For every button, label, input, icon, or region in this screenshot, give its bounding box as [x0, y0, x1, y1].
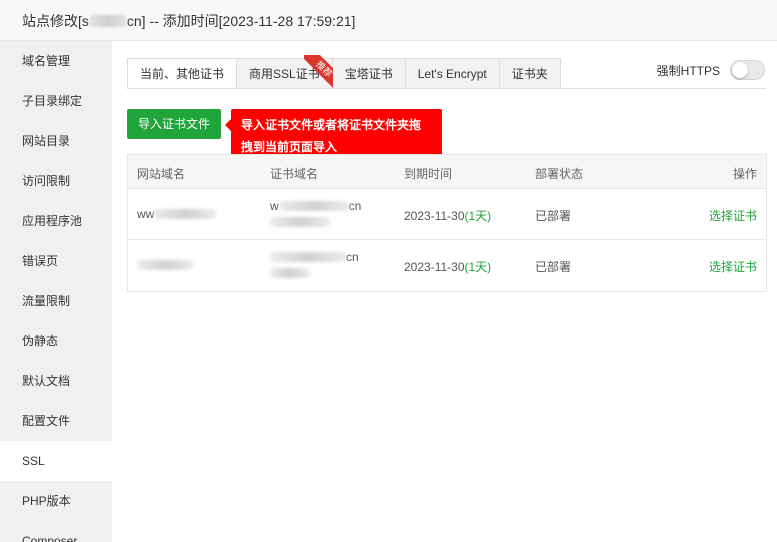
- tab-label: 宝塔证书: [344, 67, 393, 81]
- header-deploy-status: 部署状态: [535, 167, 584, 181]
- redacted-domain: [88, 15, 127, 27]
- table-row: ww w cn 2023-11-30(1天) 已部署 选择证书: [128, 189, 766, 240]
- sidebar: 域名管理 子目录绑定 网站目录 访问限制 应用程序池 错误页 流量限制 伪静态 …: [0, 41, 112, 542]
- tab-lets-encrypt[interactable]: Let's Encrypt: [405, 58, 500, 89]
- ssl-tabs: 当前、其他证书 商用SSL证书 推荐 宝塔证书 Let's Encrypt 证书夹: [127, 55, 561, 89]
- sidebar-item-composer[interactable]: Composer: [0, 521, 112, 542]
- tab-divider: [127, 88, 766, 89]
- force-https-label: 强制HTTPS: [656, 63, 720, 78]
- window-titlebar: 站点修改[s cn] -- 添加时间[2023-11-28 17:59:21]: [0, 0, 777, 41]
- redacted-text: [270, 217, 330, 227]
- sidebar-item-default-document[interactable]: 默认文档: [0, 361, 112, 401]
- certificate-table: 网站域名 证书域名 到期时间 部署状态 操作 ww w cn 2023-11-30…: [127, 154, 767, 292]
- tab-label: 证书夹: [511, 67, 548, 81]
- sidebar-item-traffic-limit[interactable]: 流量限制: [0, 281, 112, 321]
- sidebar-item-ssl[interactable]: SSL: [0, 441, 112, 481]
- tooltip-line-1: 导入证书文件或者将证书文件夹拖: [241, 118, 422, 132]
- expiry-date: 2023-11-30: [404, 260, 465, 274]
- table-header: 网站域名 证书域名 到期时间 部署状态 操作: [128, 155, 766, 189]
- expiry-date: 2023-11-30: [404, 209, 465, 223]
- tab-label: 当前、其他证书: [140, 67, 225, 81]
- window-title: 站点修改[s cn] -- 添加时间[2023-11-28 17:59:21]: [22, 11, 355, 31]
- ssl-panel: 当前、其他证书 商用SSL证书 推荐 宝塔证书 Let's Encrypt 证书夹…: [112, 41, 777, 542]
- tab-commercial-ssl[interactable]: 商用SSL证书 推荐: [237, 55, 338, 89]
- deploy-status: 已部署: [535, 260, 572, 274]
- window-title-prefix: 站点修改[s: [22, 13, 89, 29]
- force-https-toggle[interactable]: [730, 60, 765, 80]
- sidebar-item-error-page[interactable]: 错误页: [0, 241, 112, 281]
- table-row: cn 2023-11-30(1天) 已部署 选择证书: [128, 240, 766, 291]
- sidebar-item-php-version[interactable]: PHP版本: [0, 481, 112, 521]
- site-domain-cell: ww: [137, 207, 217, 221]
- redacted-text: [154, 209, 217, 219]
- expiry-cell: 2023-11-30(1天): [404, 258, 491, 275]
- site-domain-text: ww: [137, 207, 155, 221]
- tab-current-certificate[interactable]: 当前、其他证书: [127, 58, 238, 89]
- cert-domain-suffix: cn: [348, 199, 362, 213]
- sidebar-item-site-directory[interactable]: 网站目录: [0, 121, 112, 161]
- cert-domain-cell: cn: [270, 250, 359, 280]
- cert-domain-suffix: cn: [346, 250, 359, 264]
- tab-label: Let's Encrypt: [417, 67, 487, 81]
- deploy-status: 已部署: [535, 209, 572, 223]
- cert-domain-text: w: [270, 199, 279, 213]
- window-title-suffix: cn] -- 添加时间[2023-11-28 17:59:21]: [126, 13, 356, 29]
- sidebar-item-access-restriction[interactable]: 访问限制: [0, 161, 112, 201]
- sidebar-item-config-file[interactable]: 配置文件: [0, 401, 112, 441]
- redacted-text: [137, 260, 193, 270]
- tab-baota-certificate[interactable]: 宝塔证书: [332, 58, 406, 89]
- sidebar-item-subdirectory-binding[interactable]: 子目录绑定: [0, 81, 112, 121]
- select-certificate-link[interactable]: 选择证书: [709, 207, 757, 224]
- header-site-domain: 网站域名: [137, 167, 186, 181]
- redacted-text: [270, 252, 346, 262]
- site-domain-cell: [137, 258, 193, 272]
- header-cert-domain: 证书域名: [270, 167, 319, 181]
- toggle-knob: [732, 62, 748, 78]
- redacted-text: [278, 201, 349, 211]
- select-certificate-link[interactable]: 选择证书: [709, 258, 757, 275]
- header-action: 操作: [732, 167, 757, 181]
- redacted-text: [270, 268, 310, 278]
- tab-certificate-folder[interactable]: 证书夹: [499, 58, 561, 89]
- sidebar-item-rewrite[interactable]: 伪静态: [0, 321, 112, 361]
- force-https-control: 强制HTTPS: [657, 60, 765, 80]
- expiry-cell: 2023-11-30(1天): [404, 207, 491, 224]
- import-certificate-button[interactable]: 导入证书文件: [127, 109, 221, 139]
- sidebar-item-domain-management[interactable]: 域名管理: [0, 41, 112, 81]
- sidebar-item-app-pool[interactable]: 应用程序池: [0, 201, 112, 241]
- expiry-days: (1天): [464, 260, 492, 274]
- expiry-days: (1天): [464, 209, 492, 223]
- cert-domain-cell: w cn: [270, 199, 361, 229]
- header-expiry: 到期时间: [404, 167, 453, 181]
